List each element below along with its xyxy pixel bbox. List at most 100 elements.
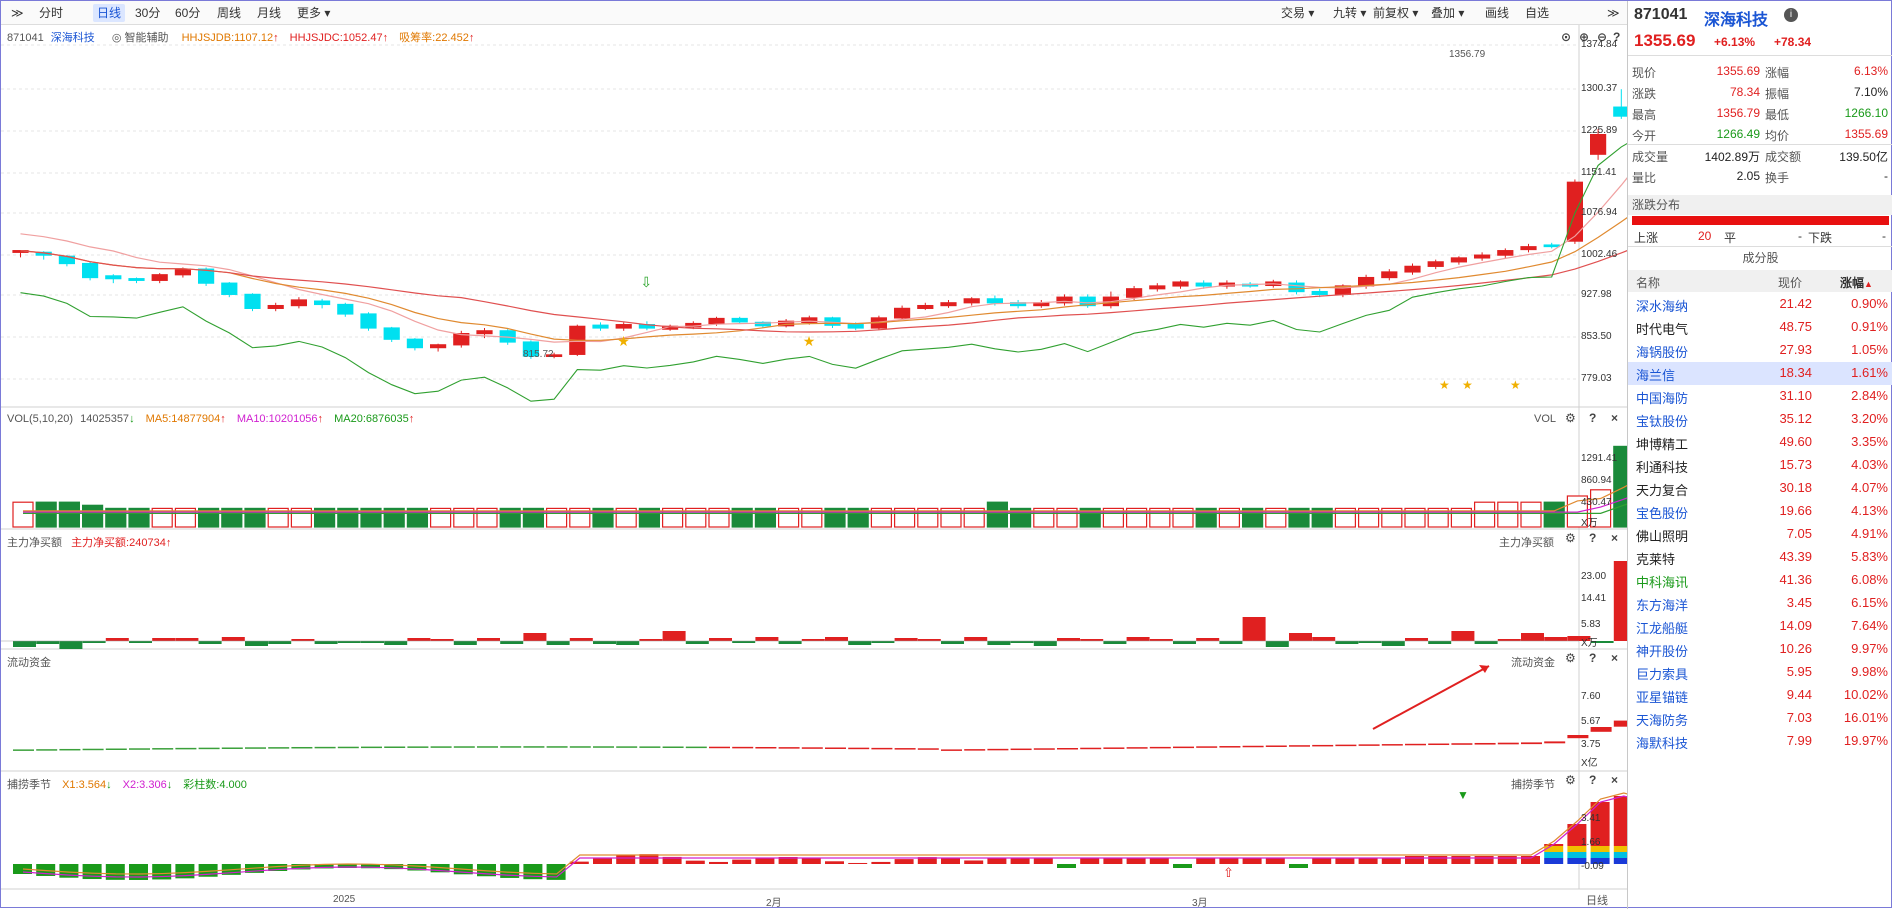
constituent-row[interactable]: 海兰信 18.34 1.61% <box>1628 362 1892 385</box>
vol-help-icon[interactable]: ? <box>1589 411 1596 425</box>
price-tick: 1076.94 <box>1581 207 1618 218</box>
quote-name[interactable]: 深海科技 <box>1704 6 1768 30</box>
capture-bar <box>1428 856 1448 864</box>
quote-key: 振幅 <box>1765 87 1790 101</box>
flow-bar-positive <box>1242 617 1266 641</box>
constituent-pct: 3.20% <box>1851 411 1888 426</box>
capture-close-icon[interactable]: × <box>1611 773 1618 787</box>
liquidity-bar <box>1149 746 1171 749</box>
constituent-row[interactable]: 利通科技 15.73 4.03% <box>1628 454 1892 477</box>
period-tag[interactable]: 日线 <box>1586 892 1608 908</box>
candle-body <box>314 300 331 306</box>
capture-bars: 彩柱数:4.000 <box>183 779 247 791</box>
constituent-row[interactable]: 天力复合 30.18 4.07% <box>1628 477 1892 500</box>
flow-bar-negative <box>59 641 83 649</box>
constituent-row[interactable]: 巨力索具 5.95 9.98% <box>1628 661 1892 684</box>
date-label-2025: 2025 <box>333 894 356 905</box>
vol-ma10-line <box>23 497 1627 513</box>
liq-settings-icon[interactable]: ⚙ <box>1565 651 1576 665</box>
constituent-row[interactable]: 神开股份 10.26 9.97% <box>1628 638 1892 661</box>
candle-body <box>81 262 99 279</box>
constituent-row[interactable]: 佛山照明 7.05 4.91% <box>1628 523 1892 546</box>
candle-body <box>244 293 261 309</box>
liquidity-bar <box>1103 747 1125 749</box>
quote-row: 今开 1266.49 均价 1355.69 <box>1628 124 1892 145</box>
constituent-price: 5.95 <box>1786 664 1812 679</box>
flow-help-icon[interactable]: ? <box>1589 531 1596 545</box>
capture-settings-icon[interactable]: ⚙ <box>1565 773 1576 787</box>
liquidity-bar <box>941 749 962 751</box>
flow-bar-negative <box>685 641 709 644</box>
liq-right-label: 流动资金 <box>1511 657 1555 669</box>
ma-line-pink <box>20 177 1627 343</box>
liquidity-bar <box>569 746 591 748</box>
flow-bar-positive <box>477 638 500 641</box>
flow-bar-negative <box>732 641 756 643</box>
flow-right-label: 主力净买额 <box>1499 537 1554 549</box>
capture-bar <box>593 858 612 864</box>
col-pct[interactable]: 涨幅▲ <box>1840 274 1873 291</box>
constituent-row[interactable]: 中科海讯 41.36 6.08% <box>1628 569 1892 592</box>
flow-bar-positive <box>1521 633 1544 641</box>
capture-tick: 3.41 <box>1581 813 1601 824</box>
flow-bar-negative <box>453 641 477 645</box>
chart-area: ≫ 分时 日线 30分 60分 周线 月线 更多 ▾ 交易 ▾ 九转 ▾ 前复权 ▾ 叠加 ▾ 画线… <box>1 1 1627 909</box>
flow-tick: 14.41 <box>1581 593 1607 604</box>
quote-change: +78.34 <box>1774 35 1812 49</box>
main-settings-icon[interactable]: ⊙ <box>1561 30 1571 44</box>
col-price[interactable]: 现价 <box>1778 274 1802 291</box>
flow-settings-icon[interactable]: ⚙ <box>1565 531 1576 545</box>
constituent-row[interactable]: 坤博精工 49.60 3.35% <box>1628 431 1892 454</box>
flow-close-icon[interactable]: × <box>1611 531 1618 545</box>
quote-key: 最低 <box>1765 108 1790 122</box>
flow-bar-positive <box>801 639 825 641</box>
liq-help-icon[interactable]: ? <box>1589 651 1596 665</box>
flow-bar-positive <box>221 637 245 641</box>
vol-settings-icon[interactable]: ⚙ <box>1565 411 1576 425</box>
constituent-row[interactable]: 宝色股份 19.66 4.13% <box>1628 500 1892 523</box>
quote-key: 成交量 <box>1632 150 1669 164</box>
flow-bar-negative <box>198 641 222 644</box>
quote-key: 均价 <box>1765 129 1790 143</box>
candle-body <box>267 304 284 309</box>
constituent-row[interactable]: 中国海防 31.10 2.84% <box>1628 385 1892 408</box>
info-icon[interactable]: i <box>1784 8 1798 22</box>
capture-bar <box>987 858 1007 864</box>
vol-close-icon[interactable]: × <box>1611 411 1618 425</box>
constituent-row[interactable]: 克莱特 43.39 5.83% <box>1628 546 1892 569</box>
constituent-row[interactable]: 时代电气 48.75 0.91% <box>1628 316 1892 339</box>
constituent-row[interactable]: 深水海纳 21.42 0.90% <box>1628 293 1892 316</box>
constituent-row[interactable]: 海锅股份 27.93 1.05% <box>1628 339 1892 362</box>
liq-tick: 7.60 <box>1581 691 1601 702</box>
col-name[interactable]: 名称 <box>1636 274 1660 291</box>
capture-help-icon[interactable]: ? <box>1589 773 1596 787</box>
constituent-row[interactable]: 宝钛股份 35.12 3.20% <box>1628 408 1892 431</box>
candle-body <box>406 338 423 349</box>
candle-body <box>1288 282 1305 293</box>
flow-bar-negative <box>778 641 802 644</box>
constituent-row[interactable]: 天海防务 7.03 16.01% <box>1628 707 1892 730</box>
constituent-row[interactable]: 东方海洋 3.45 6.15% <box>1628 592 1892 615</box>
constituent-price: 35.12 <box>1779 411 1812 426</box>
liquidity-bar <box>221 747 243 749</box>
flow-bar-positive <box>1149 639 1173 641</box>
main-chart-svg[interactable]: ⇩★ ★★ ★ ★⇧▼⚙? ×⚙? ×⚙? ×⚙? ×⊙ ⊕ ⊖? <box>1 1 1627 909</box>
constituent-row[interactable]: 江龙船艇 14.09 7.64% <box>1628 615 1892 638</box>
down-arrow-icon: ↓ <box>166 779 173 791</box>
candle-body <box>1427 261 1444 267</box>
price-tick: 1300.37 <box>1581 83 1618 94</box>
constituent-price: 7.05 <box>1786 526 1812 541</box>
constituent-row[interactable]: 亚星锚链 9.44 10.02% <box>1628 684 1892 707</box>
capture-right-label: 捕捞季节 <box>1511 779 1555 791</box>
candle-body <box>290 299 307 307</box>
constituent-name: 神开股份 <box>1636 644 1689 659</box>
flow-bar-positive <box>105 638 129 641</box>
candle-body <box>1473 254 1491 259</box>
flow-bar-negative <box>941 641 964 644</box>
liquidity-bar <box>105 748 127 750</box>
constituent-price: 19.66 <box>1779 503 1812 518</box>
liquidity-bar <box>1405 743 1426 746</box>
quote-value: 6.13% <box>1853 64 1888 78</box>
liq-close-icon[interactable]: × <box>1611 651 1618 665</box>
constituent-row[interactable]: 海默科技 7.99 19.97% <box>1628 730 1892 753</box>
